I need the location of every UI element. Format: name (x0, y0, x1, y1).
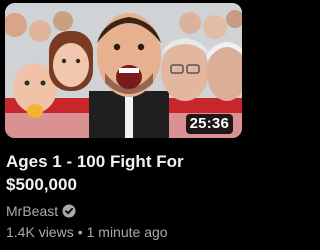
video-thumbnail[interactable]: 25:36 (5, 3, 242, 138)
duration-badge: 25:36 (185, 114, 233, 134)
video-meta: 1.4K views • 1 minute ago (6, 223, 168, 241)
channel-row: MrBeast (6, 202, 76, 220)
upload-age: 1 minute ago (86, 224, 168, 240)
video-card[interactable]: 25:36 Ages 1 - 100 Fight For $500,000 Mr… (0, 0, 245, 250)
meta-separator: • (77, 224, 83, 240)
channel-name[interactable]: MrBeast (6, 203, 58, 219)
video-title[interactable]: Ages 1 - 100 Fight For $500,000 (6, 150, 231, 196)
view-count: 1.4K views (6, 224, 74, 240)
verified-check-icon (62, 204, 76, 218)
